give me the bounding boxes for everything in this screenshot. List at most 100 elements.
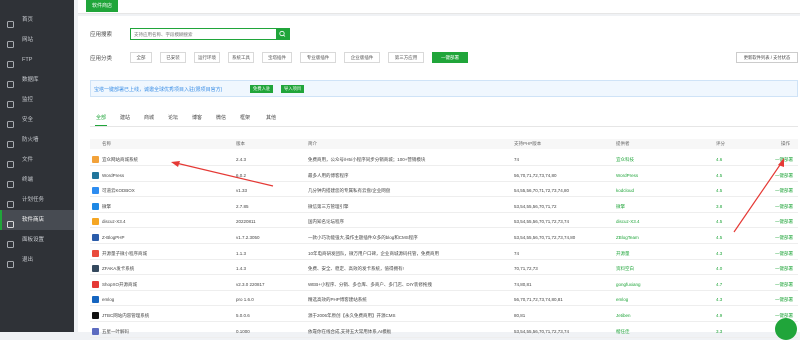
category-button-5[interactable]: 专业版插件 (300, 52, 336, 63)
sidebar-item-6[interactable]: 防火墙 (0, 130, 74, 150)
folder-icon (7, 157, 14, 168)
row-desc: WEB+小程序、分销、多仓库、多商户、多门店、DIY装修拖拽 (308, 281, 432, 287)
table-row: emlog pro 1.6.0 精选高效的PHP博客建站系统 56,70,71,72,… (90, 294, 798, 307)
row-php: 70,71,72,73 (514, 266, 538, 272)
app-logo-icon (92, 156, 99, 163)
sidebar-item-label: 面板设置 (22, 237, 45, 243)
row-version: pro 1.6.0 (236, 297, 254, 303)
subtab-3[interactable]: 论坛 (168, 114, 178, 121)
app-logo-icon (92, 171, 99, 179)
table-row: 微擎 2.7.85 微信第三方管理引擎 53,54,55,56,70,71,72 微擎 3… (90, 201, 798, 213)
sidebar-item-label: 监控 (22, 97, 34, 103)
row-name: ZFAKA发卡系统 (102, 266, 135, 272)
row-provider[interactable]: kodcloud (616, 188, 634, 193)
row-deploy-button[interactable]: 一键部署 (775, 282, 793, 288)
row-version: 5.0.0.6 (236, 313, 250, 318)
sidebar-item-label: 首页 (22, 17, 34, 23)
subtab-4[interactable]: 博客 (192, 114, 202, 121)
category-button-6[interactable]: 企业版插件 (344, 52, 380, 63)
category-button-7[interactable]: 第三方应用 (388, 52, 424, 63)
category-button-2[interactable]: 运行环境 (194, 52, 220, 63)
category-button-8[interactable]: 一键部署 (432, 52, 468, 63)
row-score: 4.0 (716, 266, 723, 272)
sidebar-item-8[interactable]: 终端 (0, 170, 74, 190)
clock-icon (7, 197, 14, 208)
row-name: 宜众网站商城系统 (102, 157, 138, 162)
sidebar-item-1[interactable]: 网站 (0, 30, 74, 50)
row-provider[interactable]: emlog (616, 297, 628, 302)
category-label: 应用分类 (90, 56, 113, 62)
table-row: ZFAKA发卡系统 1.4.3 免费、安全、稳定、高效的发卡系统，值得拥有! 70,7… (90, 263, 798, 276)
row-name: WordPress (102, 172, 125, 178)
sidebar-item-11[interactable]: 面板设置 (0, 230, 74, 250)
subtab-2[interactable]: 商城 (144, 114, 154, 121)
sidebar-item-4[interactable]: 监控 (0, 90, 74, 110)
row-provider[interactable]: ZBlogTeam (616, 235, 639, 240)
row-php: 53,54,55,56,70,71,72,73,74,80 (514, 235, 576, 240)
row-php: 54,55,56,70,71,72,73,74,80 (514, 188, 570, 194)
th-version: 版本 (236, 141, 245, 146)
logout-icon (7, 257, 14, 268)
free-join-button[interactable]: 免费入驻 (250, 85, 274, 93)
sidebar-item-10[interactable]: 软件商店 (0, 210, 74, 230)
monitor-icon (7, 97, 14, 108)
row-name: emlog (102, 297, 115, 303)
subtab-1[interactable]: 建站 (120, 114, 130, 121)
category-button-3[interactable]: 系统工具 (228, 52, 254, 63)
row-desc: 免费商用，公众号/H5/小程序同步分销商城；100+营销模块 (308, 157, 426, 162)
row-php: 56,70,71,72,73,74,80,81 (514, 297, 563, 303)
table-row: discuz-X3.4 20220811 国内知名论坛程序 53,54,55,56,7… (90, 216, 798, 229)
row-version: 1.4.3 (236, 266, 247, 272)
row-version: v1.7.2.3050 (236, 235, 260, 240)
row-provider[interactable]: WordPress (616, 173, 638, 178)
store-icon (7, 217, 14, 228)
sidebar-item-label: FTP (22, 57, 33, 63)
subtab-0[interactable]: 全部 (94, 114, 108, 126)
row-deploy-button[interactable]: 一键部署 (775, 251, 793, 257)
row-provider[interactable]: 开源量 (616, 251, 630, 257)
tab-software-store[interactable]: 软件商店 (86, 0, 119, 12)
sidebar-item-3[interactable]: 数据库 (0, 70, 74, 90)
sidebar-item-0[interactable]: 首页 (0, 10, 74, 30)
sidebar-item-label: 防火墙 (22, 137, 39, 143)
row-deploy-button[interactable]: 一键部署 (775, 297, 793, 303)
row-provider[interactable]: 宜众科技 (616, 157, 634, 163)
search-input[interactable] (131, 29, 267, 39)
update-software-list-button[interactable]: 更新软件列表 / 支付状态 (736, 52, 798, 63)
row-version: 1.1.3 (236, 250, 247, 256)
ftp-icon (7, 57, 14, 68)
import-project-button[interactable]: 导入项目 (281, 85, 305, 93)
floating-help-button[interactable] (775, 318, 797, 340)
sidebar-item-2[interactable]: FTP (0, 50, 74, 70)
search-button[interactable] (276, 29, 289, 39)
sidebar-item-label: 终端 (22, 177, 34, 183)
category-button-4[interactable]: 宝塔插件 (262, 52, 292, 63)
table-row: JTBC网站内容管理系统 5.0.0.6 源于2006年原创【永久免费商用】开源CM… (90, 310, 798, 322)
sidebar-item-label: 数据库 (22, 77, 39, 83)
subtab-6[interactable]: 框架 (240, 114, 250, 121)
sidebar-item-12[interactable]: 退出 (0, 250, 74, 270)
app-logo-icon (92, 202, 99, 210)
row-name: ShopXO开源商城 (102, 281, 138, 287)
category-button-1[interactable]: 已安装 (160, 52, 186, 63)
row-provider[interactable]: Jetiben (616, 313, 631, 318)
subtab-5[interactable]: 微信 (216, 114, 226, 121)
row-desc: 国内知名论坛程序 (308, 219, 344, 225)
row-provider[interactable]: 资料空白 (616, 266, 634, 272)
sidebar-item-label: 安全 (22, 117, 34, 123)
row-score: 4.5 (716, 219, 723, 225)
row-score: 4.9 (716, 313, 723, 318)
row-desc: 最多人用的博客程序 (308, 172, 349, 178)
app-logo-icon (92, 187, 99, 195)
sidebar-item-5[interactable]: 安全 (0, 110, 74, 130)
annotation-arrow-right (733, 158, 784, 233)
sidebar-item-7[interactable]: 文件 (0, 150, 74, 170)
category-button-0[interactable]: 全部 (130, 52, 152, 63)
row-provider[interactable]: 微擎 (616, 204, 625, 210)
row-provider[interactable]: discuz-X3.4 (616, 219, 640, 224)
row-provider[interactable]: gongfuxiang (616, 282, 641, 287)
row-version: v2.3.0 220817 (236, 281, 265, 287)
subtab-7[interactable]: 其他 (266, 114, 276, 121)
row-deploy-button[interactable]: 一键部署 (775, 266, 793, 272)
sidebar-item-9[interactable]: 计划任务 (0, 190, 74, 210)
